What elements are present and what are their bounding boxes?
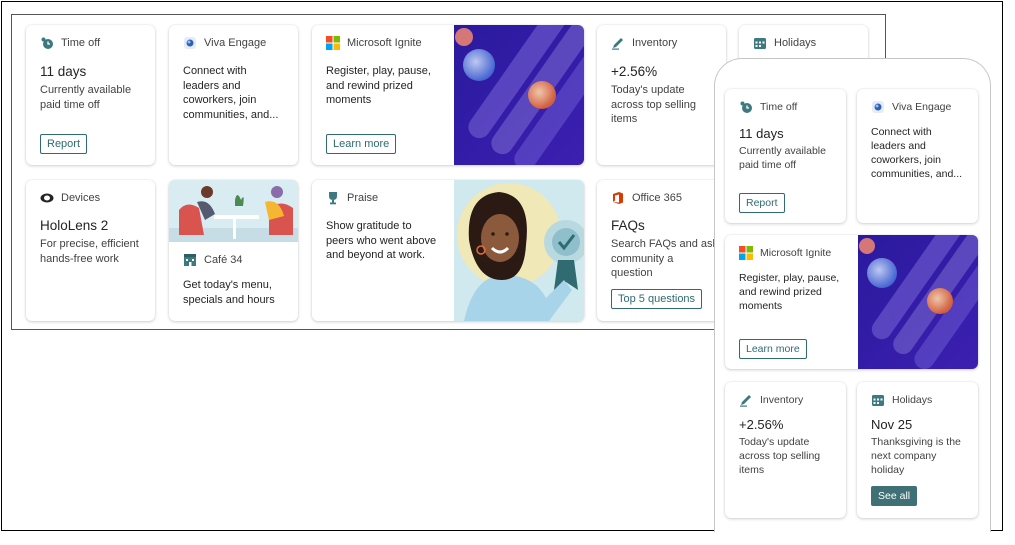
inventory-desc: Today's update across top selling items	[611, 84, 696, 125]
mobile-ignite-card[interactable]: Microsoft Ignite Register, play, pause, a…	[725, 235, 978, 369]
calendar-icon	[871, 393, 885, 407]
ignite-desc: Register, play, pause, and rewind prized m…	[326, 65, 431, 106]
office-desc: Search FAQs and ask community a question	[611, 238, 718, 279]
time-off-value: 11 days	[40, 64, 87, 79]
mobile-preview: Time off 11 days Currently available paid…	[714, 58, 991, 532]
praise-image	[454, 180, 584, 321]
devices-desc: For precise, efficient hands-free work	[40, 238, 139, 265]
ignite-image	[858, 235, 978, 369]
devices-value: HoloLens 2	[40, 218, 109, 233]
microsoft-logo-icon	[739, 246, 753, 260]
card-title: Inventory	[632, 37, 678, 49]
ignite-card[interactable]: Microsoft Ignite Register, play, pause, a…	[312, 25, 584, 165]
card-title: Holidays	[774, 37, 817, 49]
card-title: Devices	[61, 192, 101, 204]
inventory-desc: Today's update across top selling items	[739, 436, 821, 476]
card-title: Office 365	[632, 192, 682, 204]
cafe-image	[169, 180, 298, 242]
calendar-icon	[753, 36, 767, 50]
time-off-desc: Currently available paid time off	[739, 145, 826, 171]
viva-engage-icon	[871, 100, 885, 114]
cafe-card[interactable]: Café 34 Get today's menu, specials and ho…	[169, 180, 298, 321]
trophy-icon	[326, 191, 340, 205]
see-all-button[interactable]: See all	[871, 486, 918, 506]
timer-icon	[40, 36, 54, 50]
card-title: Time off	[760, 101, 798, 113]
report-button[interactable]: Report	[739, 193, 785, 213]
cafe-icon	[183, 253, 197, 267]
card-title: Café 34	[204, 254, 243, 266]
inventory-value: +2.56%	[611, 64, 658, 79]
inventory-value: +2.56%	[739, 417, 784, 432]
card-title: Viva Engage	[204, 37, 267, 49]
card-title: Microsoft Ignite	[760, 247, 832, 259]
learn-more-button[interactable]: Learn more	[739, 339, 807, 359]
pencil-icon	[611, 36, 625, 50]
card-title: Viva Engage	[892, 101, 952, 113]
devices-card[interactable]: Devices HoloLens 2 For precise, efficien…	[26, 180, 155, 321]
cafe-desc: Get today's menu, specials and hours	[183, 279, 275, 306]
learn-more-button[interactable]: Learn more	[326, 134, 397, 154]
holidays-desc: Thanksgiving is the next company holiday	[871, 436, 961, 476]
microsoft-logo-icon	[326, 36, 340, 50]
viva-desc: Connect with leaders and coworkers, join co…	[871, 126, 963, 180]
office-icon	[611, 191, 625, 205]
mobile-viva-engage-card[interactable]: Viva Engage Connect with leaders and cowor…	[857, 89, 978, 223]
inventory-card[interactable]: Inventory +2.56% Today's update across to…	[597, 25, 726, 165]
viva-engage-card[interactable]: Viva Engage Connect with leaders and cowor…	[169, 25, 298, 165]
devices-icon	[40, 191, 54, 205]
card-title: Time off	[61, 37, 101, 49]
timer-icon	[739, 100, 753, 114]
time-off-desc: Currently available paid time off	[40, 84, 132, 111]
viva-engage-icon	[183, 36, 197, 50]
time-off-card[interactable]: Time off 11 days Currently available paid…	[26, 25, 155, 165]
praise-desc: Show gratitude to peers who went above and…	[326, 220, 437, 261]
card-title: Inventory	[760, 394, 804, 406]
mobile-inventory-card[interactable]: Inventory +2.56% Today's update across to…	[725, 382, 846, 518]
office-365-card[interactable]: Office 365 FAQs Search FAQs and ask commu…	[597, 180, 726, 321]
mobile-holidays-card[interactable]: Holidays Nov 25 Thanksgiving is the next …	[857, 382, 978, 518]
card-title: Holidays	[892, 394, 933, 406]
mobile-time-off-card[interactable]: Time off 11 days Currently available paid…	[725, 89, 846, 223]
card-title: Microsoft Ignite	[347, 37, 422, 49]
ignite-image	[454, 25, 584, 165]
viva-desc: Connect with leaders and coworkers, join co…	[183, 65, 279, 121]
pencil-icon	[739, 393, 753, 407]
report-button[interactable]: Report	[40, 134, 88, 154]
ignite-desc: Register, play, pause, and rewind prized m…	[739, 272, 840, 312]
praise-card[interactable]: Praise Show gratitude to peers who went a…	[312, 180, 584, 321]
time-off-value: 11 days	[739, 126, 784, 141]
office-value: FAQs	[611, 218, 645, 233]
card-title: Praise	[347, 192, 379, 204]
top-5-questions-button[interactable]: Top 5 questions	[611, 289, 703, 309]
holidays-value: Nov 25	[871, 417, 913, 432]
